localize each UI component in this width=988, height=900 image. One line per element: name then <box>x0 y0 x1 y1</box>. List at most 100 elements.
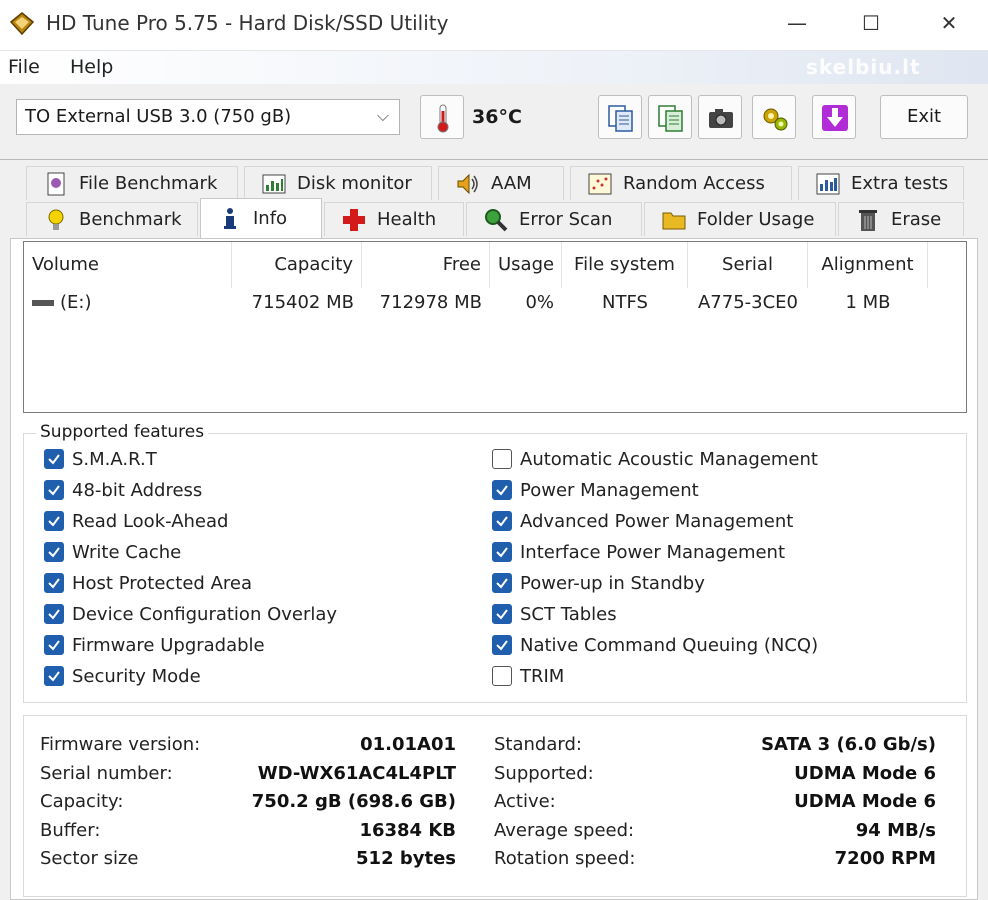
checkmark-icon <box>496 547 508 558</box>
feature-advanced-power-management[interactable]: Advanced Power Management <box>492 508 793 534</box>
title-bar: HD Tune Pro 5.75 - Hard Disk/SSD Utility… <box>0 0 988 50</box>
info-label-capacity: Capacity: <box>40 791 124 812</box>
column-header-alignment[interactable]: Alignment <box>808 242 928 288</box>
checkbox-unchecked[interactable] <box>492 666 512 686</box>
tab-error-scan[interactable]: Error Scan <box>466 202 642 236</box>
info-value-average-speed: 94 MB/s <box>855 819 936 841</box>
column-header-volume[interactable]: Volume <box>24 242 232 288</box>
exit-button[interactable]: Exit <box>880 95 968 139</box>
file-benchmark-icon <box>47 172 65 195</box>
info-label-supported: Supported: <box>494 762 594 784</box>
file-system-cell: NTFS <box>602 292 648 313</box>
thermometer-icon <box>437 104 449 133</box>
info-value-serial-number: WD-WX61AC4L4PLT <box>257 762 456 784</box>
column-header-serial[interactable]: Serial <box>688 242 808 288</box>
info-value-firmware-version: 01.01A01 <box>360 734 456 755</box>
tab-random-access[interactable]: Random Access <box>570 166 792 200</box>
tab-folder-usage[interactable]: Folder Usage <box>644 202 836 236</box>
health-cross-icon <box>343 208 365 231</box>
menu-help[interactable]: Help <box>70 56 113 78</box>
options-button[interactable] <box>752 95 796 139</box>
chevron-down-icon: ⌵ <box>376 106 389 125</box>
checkbox-checked[interactable] <box>44 604 64 624</box>
feature-label: 48-bit Address <box>72 479 203 501</box>
checkmark-icon <box>48 640 60 651</box>
drive-info-group: Firmware version: 01.01A01 Serial number: W… <box>23 715 967 897</box>
feature-label: Native Command Queuing (NCQ) <box>520 634 819 656</box>
feature-power-up-in-standby[interactable]: Power-up in Standby <box>492 570 705 596</box>
feature-trim[interactable]: TRIM <box>492 663 564 689</box>
tab-info[interactable]: Info <box>200 198 322 238</box>
save-icon <box>822 105 848 131</box>
options-icon <box>763 108 788 131</box>
save-button[interactable] <box>812 95 856 139</box>
feature-host-protected-area[interactable]: Host Protected Area <box>44 570 252 596</box>
column-header-free[interactable]: Free <box>362 242 490 288</box>
tab-file-benchmark[interactable]: File Benchmark <box>26 166 238 200</box>
info-value-supported: UDMA Mode 6 <box>794 762 936 784</box>
feature-48-bit-address[interactable]: 48-bit Address <box>44 477 202 503</box>
free-cell: 712978 MB <box>379 292 482 313</box>
tab-health[interactable]: Health <box>324 202 464 236</box>
feature-s-m-a-r-t[interactable]: S.M.A.R.T <box>44 446 157 472</box>
disk-monitor-icon <box>262 174 286 193</box>
drive-select[interactable]: TO External USB 3.0 (750 gB) ⌵ <box>16 99 400 135</box>
column-header-capacity[interactable]: Capacity <box>232 242 362 288</box>
volume-table[interactable]: Volume Capacity Free Usage File system S… <box>23 241 967 413</box>
checkbox-checked[interactable] <box>44 449 64 469</box>
feature-label: TRIM <box>520 665 565 687</box>
feature-security-mode[interactable]: Security Mode <box>44 663 201 689</box>
checkbox-checked[interactable] <box>44 666 64 686</box>
feature-sct-tables[interactable]: SCT Tables <box>492 601 617 627</box>
maximize-button[interactable]: ☐ <box>840 0 902 46</box>
checkbox-checked[interactable] <box>492 635 512 655</box>
copy-info-button[interactable] <box>598 95 642 139</box>
feature-write-cache[interactable]: Write Cache <box>44 539 181 565</box>
info-value-buffer: 16384 KB <box>359 819 456 841</box>
feature-label: S.M.A.R.T <box>72 448 157 470</box>
checkbox-checked[interactable] <box>44 511 64 531</box>
minimize-button[interactable]: — <box>766 0 828 46</box>
tab-extra-tests[interactable]: Extra tests <box>798 166 964 200</box>
info-value-standard: SATA 3 (6.0 Gb/s) <box>761 734 936 755</box>
tab-aam[interactable]: AAM <box>438 166 564 200</box>
column-header-usage[interactable]: Usage <box>490 242 562 288</box>
checkbox-checked[interactable] <box>44 635 64 655</box>
checkbox-checked[interactable] <box>492 604 512 624</box>
menu-file[interactable]: File <box>8 56 40 78</box>
screenshot-button[interactable] <box>698 95 742 139</box>
supported-features-group: Supported features S.M.A.R.T 48-bit Addre… <box>23 422 967 703</box>
copy-text-button[interactable] <box>648 95 692 139</box>
temperature-button[interactable] <box>420 95 464 139</box>
feature-interface-power-management[interactable]: Interface Power Management <box>492 539 785 565</box>
extra-tests-icon <box>816 173 840 194</box>
feature-firmware-upgradable[interactable]: Firmware Upgradable <box>44 632 265 658</box>
feature-label: Read Look-Ahead <box>72 510 229 532</box>
checkbox-checked[interactable] <box>492 480 512 500</box>
feature-read-look-ahead[interactable]: Read Look-Ahead <box>44 508 228 534</box>
checkbox-checked[interactable] <box>44 573 64 593</box>
feature-label: Security Mode <box>72 665 201 687</box>
tab-disk-monitor[interactable]: Disk monitor <box>244 166 432 200</box>
tab-benchmark[interactable]: Benchmark <box>26 202 198 236</box>
watermark: skelbiu.lt <box>806 55 921 79</box>
random-access-icon <box>588 173 612 194</box>
feature-native-command-queuing-ncq[interactable]: Native Command Queuing (NCQ) <box>492 632 818 658</box>
feature-automatic-acoustic-management[interactable]: Automatic Acoustic Management <box>492 446 818 472</box>
speaker-icon <box>457 173 478 194</box>
tab-erase[interactable]: Erase <box>838 202 964 236</box>
feature-power-management[interactable]: Power Management <box>492 477 699 503</box>
close-button[interactable]: ✕ <box>918 0 980 46</box>
info-label-buffer: Buffer: <box>40 819 101 841</box>
feature-label: Power Management <box>520 479 699 501</box>
checkbox-checked[interactable] <box>492 511 512 531</box>
feature-label: Device Configuration Overlay <box>72 603 338 625</box>
checkbox-unchecked[interactable] <box>492 449 512 469</box>
checkmark-icon <box>48 454 60 465</box>
column-header-file-system[interactable]: File system <box>562 242 688 288</box>
checkbox-checked[interactable] <box>492 573 512 593</box>
checkbox-checked[interactable] <box>44 542 64 562</box>
checkbox-checked[interactable] <box>44 480 64 500</box>
checkbox-checked[interactable] <box>492 542 512 562</box>
feature-device-configuration-overlay[interactable]: Device Configuration Overlay <box>44 601 337 627</box>
